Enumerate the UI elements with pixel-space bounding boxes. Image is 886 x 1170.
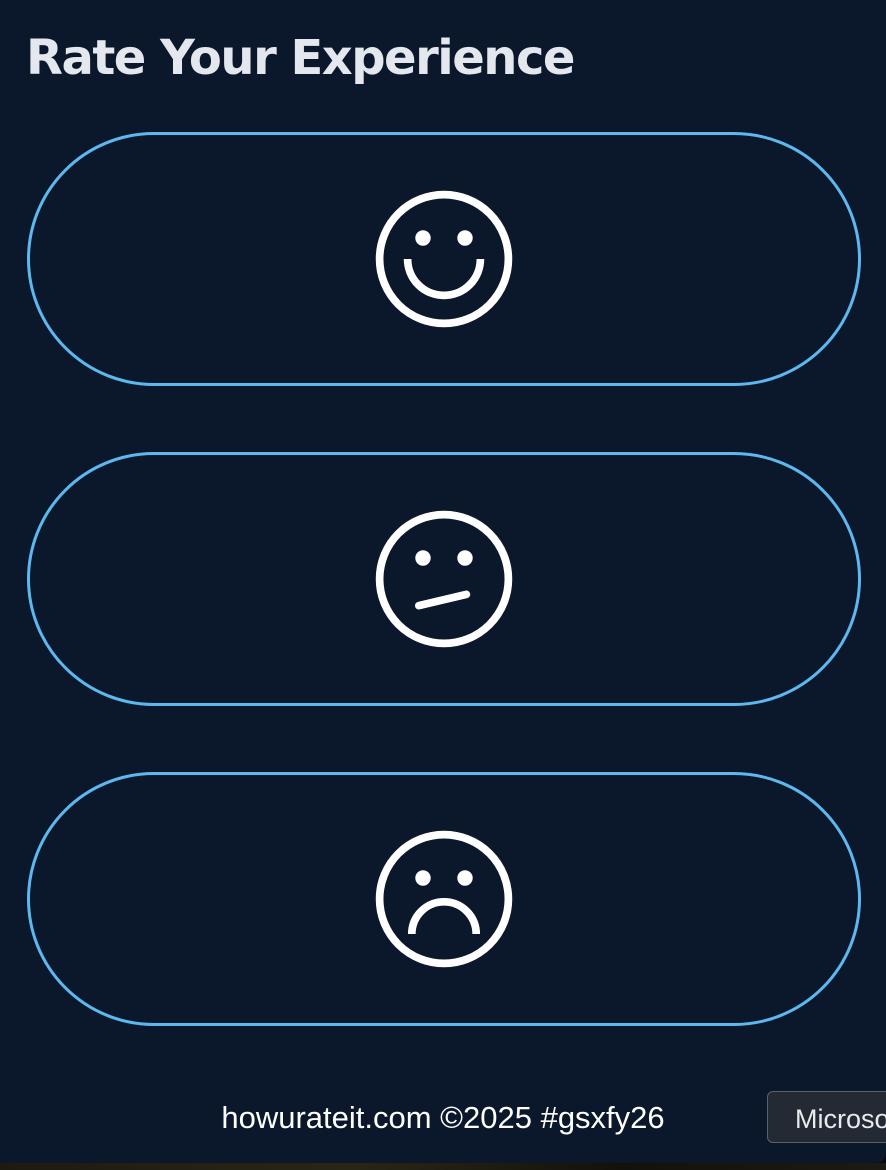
sad-face-icon: [375, 830, 513, 968]
bottom-edge-strip: [0, 1163, 886, 1170]
microsoft-tooltip: Microsoft: [767, 1091, 886, 1143]
sad-rating-button[interactable]: [27, 772, 861, 1026]
neutral-face-icon: [375, 510, 513, 648]
happy-face-icon: [375, 190, 513, 328]
neutral-rating-button[interactable]: [27, 452, 861, 706]
footer-text: howurateit.com ©2025 #gsxfy26: [221, 1100, 665, 1135]
happy-rating-button[interactable]: [27, 132, 861, 386]
page-title: Rate Your Experience: [26, 30, 575, 86]
rating-panel: Rate Your Experience howurateit.com ©202…: [0, 0, 886, 1163]
